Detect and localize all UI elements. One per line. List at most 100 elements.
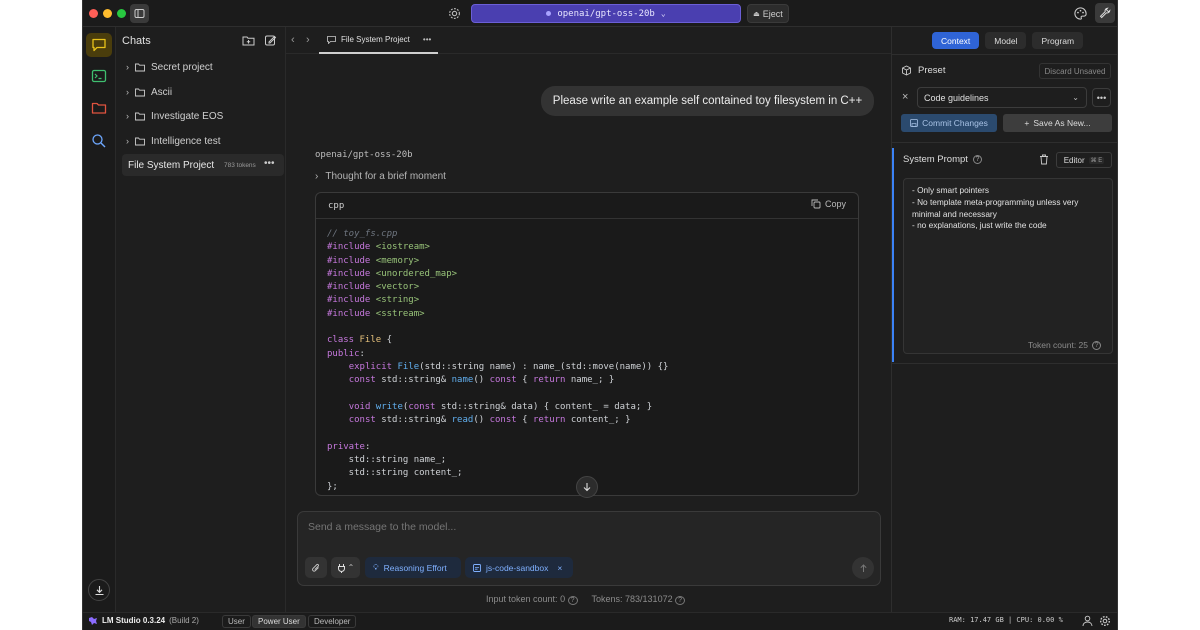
discard-unsaved-button[interactable]: Discard Unsaved bbox=[1039, 63, 1111, 79]
chat-token-count: 783 tokens bbox=[224, 161, 256, 169]
help-icon: ? bbox=[567, 596, 578, 605]
tab-bar: ‹ › File System Project ••• bbox=[286, 27, 891, 54]
system-stats: RAM: 17.47 GB | CPU: 0.00 % bbox=[949, 616, 1063, 624]
chat-bubble-icon bbox=[327, 35, 336, 44]
wrench-icon bbox=[1099, 7, 1111, 19]
copy-label: Copy bbox=[824, 199, 846, 209]
send-button[interactable] bbox=[852, 557, 874, 579]
system-prompt-textarea[interactable]: - Only smart pointers - No template meta… bbox=[903, 178, 1113, 354]
folder-item[interactable]: › Ascii bbox=[126, 84, 172, 100]
code-block-header: cpp Copy bbox=[316, 193, 858, 219]
folder-icon bbox=[135, 88, 145, 96]
app-build: (Build 2) bbox=[169, 616, 199, 625]
attach-button[interactable] bbox=[305, 557, 327, 578]
mode-user-button[interactable]: User bbox=[222, 615, 251, 628]
palette-icon[interactable] bbox=[1073, 6, 1088, 21]
paperclip-icon bbox=[312, 563, 319, 572]
copy-button[interactable]: Copy bbox=[811, 199, 846, 209]
more-options-icon[interactable]: ••• bbox=[264, 158, 275, 169]
mode-developer-button[interactable]: Developer bbox=[308, 615, 357, 628]
preset-label: Preset bbox=[901, 65, 945, 76]
preset-value: Code guidelines bbox=[924, 92, 989, 103]
plugin-label: js-code-sandbox bbox=[486, 562, 549, 573]
folder-item[interactable]: › Intelligence test bbox=[126, 133, 221, 149]
folder-icon bbox=[135, 63, 145, 71]
clear-preset-icon[interactable]: × bbox=[902, 91, 908, 103]
gear-icon[interactable] bbox=[447, 6, 462, 21]
folder-label: Intelligence test bbox=[151, 135, 221, 147]
status-bar: LM Studio 0.3.24 (Build 2) User Power Us… bbox=[83, 612, 1117, 630]
system-prompt-section: System Prompt ? Editor ⌘ E - Only smart … bbox=[892, 148, 1117, 362]
plus-icon: + bbox=[1024, 118, 1030, 128]
folder-label: Ascii bbox=[151, 86, 173, 98]
new-chat-icon[interactable] bbox=[264, 34, 277, 47]
divider bbox=[892, 363, 1117, 364]
chevron-right-icon: › bbox=[126, 111, 129, 121]
code-content: // toy_fs.cpp #include <iostream> #inclu… bbox=[327, 229, 669, 492]
tab-file-system-project[interactable]: File System Project ••• bbox=[319, 27, 438, 54]
context-token-count: Tokens: 783/131072 ? bbox=[592, 594, 686, 605]
folder-icon bbox=[135, 112, 145, 120]
remove-plugin-icon[interactable]: × bbox=[557, 563, 562, 573]
rail-developer-button[interactable] bbox=[86, 64, 112, 88]
message-composer: ⌃ 💡︎ Reasoning Effort js-code-sandbox × bbox=[297, 511, 881, 586]
plugins-button[interactable]: ⌃ bbox=[331, 557, 360, 578]
zoom-window-button[interactable] bbox=[117, 9, 126, 18]
sidebar-toggle-button[interactable] bbox=[130, 4, 149, 23]
rail-chat-button[interactable] bbox=[86, 33, 112, 57]
model-status-dot bbox=[546, 11, 552, 16]
chevron-right-icon: › bbox=[126, 62, 129, 72]
chat-item-active[interactable]: File System Project 783 tokens ••• bbox=[122, 154, 284, 176]
preset-more-button[interactable]: ••• bbox=[1092, 88, 1111, 107]
forward-arrow-icon[interactable]: › bbox=[306, 34, 310, 46]
save-as-new-button[interactable]: + Save As New... bbox=[1003, 114, 1112, 132]
model-selector[interactable]: openai/gpt-oss-20b ⌄ bbox=[471, 4, 741, 23]
help-icon[interactable]: ? bbox=[972, 155, 982, 164]
downloads-button[interactable] bbox=[88, 579, 110, 601]
eject-label: Eject bbox=[762, 8, 783, 19]
user-icon[interactable] bbox=[1082, 615, 1093, 627]
settings-icon[interactable] bbox=[1099, 615, 1111, 627]
terminal-icon bbox=[91, 69, 107, 83]
search-icon bbox=[92, 133, 106, 147]
preset-select[interactable]: Code guidelines ⌄ bbox=[917, 87, 1087, 108]
help-icon: ? bbox=[675, 596, 686, 605]
message-input[interactable] bbox=[298, 512, 880, 542]
left-rail bbox=[83, 27, 116, 612]
close-window-button[interactable] bbox=[89, 9, 98, 18]
rail-discover-button[interactable] bbox=[86, 128, 112, 152]
chat-item-label: File System Project bbox=[128, 159, 215, 171]
trash-icon[interactable] bbox=[1039, 154, 1049, 165]
eject-button[interactable]: ⏏ Eject bbox=[747, 4, 789, 23]
tab-model[interactable]: Model bbox=[985, 32, 1027, 49]
thought-toggle[interactable]: › Thought for a brief moment bbox=[315, 171, 446, 182]
reasoning-effort-chip[interactable]: 💡︎ Reasoning Effort bbox=[365, 557, 461, 578]
tab-program[interactable]: Program bbox=[1032, 32, 1084, 49]
folder-item[interactable]: › Investigate EOS bbox=[126, 108, 223, 124]
tab-more-icon[interactable]: ••• bbox=[423, 35, 431, 44]
code-block: cpp Copy // toy_fs.cpp #include <iostrea… bbox=[315, 192, 859, 496]
chats-sidebar: Chats › Secret project › Ascii › Investi… bbox=[116, 27, 286, 612]
commit-changes-button[interactable]: Commit Changes bbox=[901, 114, 997, 132]
rail-my-models-button[interactable] bbox=[86, 96, 112, 120]
user-message: Please write an example self contained t… bbox=[541, 86, 874, 116]
back-arrow-icon[interactable]: ‹ bbox=[291, 34, 295, 46]
thought-label: Thought for a brief moment bbox=[325, 171, 446, 182]
app-brand: LM Studio 0.3.24 (Build 2) bbox=[88, 616, 199, 625]
editor-button[interactable]: Editor ⌘ E bbox=[1056, 152, 1112, 168]
app-version: LM Studio 0.3.24 bbox=[102, 616, 166, 625]
minimize-window-button[interactable] bbox=[103, 9, 112, 18]
eject-icon: ⏏ bbox=[753, 10, 760, 18]
system-prompt-token-count: Token count: 25 ? bbox=[1028, 340, 1102, 350]
tab-context[interactable]: Context bbox=[932, 32, 980, 49]
tab-label: File System Project bbox=[341, 35, 410, 44]
developer-tools-button[interactable] bbox=[1095, 3, 1115, 23]
plugin-chip[interactable]: js-code-sandbox × bbox=[465, 557, 573, 578]
app-window: openai/gpt-oss-20b ⌄ ⏏ Eject Chats › Sec… bbox=[82, 0, 1118, 630]
divider bbox=[892, 54, 1117, 55]
lightbulb-icon: 💡︎ bbox=[373, 562, 379, 572]
folder-item[interactable]: › Secret project bbox=[126, 59, 213, 75]
new-folder-icon[interactable] bbox=[242, 34, 255, 47]
scroll-to-bottom-button[interactable] bbox=[576, 476, 598, 498]
mode-power-user-button[interactable]: Power User bbox=[252, 615, 306, 628]
